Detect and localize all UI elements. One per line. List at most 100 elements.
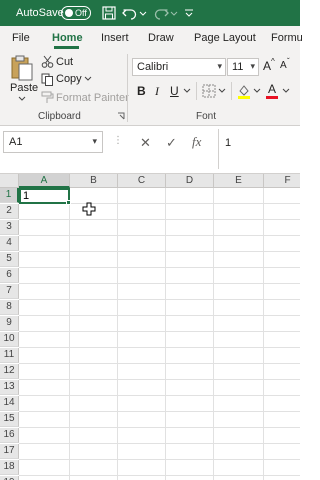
title-bar: AutoSave Off — [0, 0, 300, 26]
row-header-19[interactable]: 19 — [0, 476, 19, 480]
increase-font-size-button[interactable]: A — [263, 59, 271, 73]
column-header-c[interactable]: C — [118, 174, 166, 188]
column-header-e[interactable]: E — [214, 174, 264, 188]
bold-button[interactable]: B — [137, 84, 146, 98]
row-header-10[interactable]: 10 — [0, 332, 19, 347]
row-header-18[interactable]: 18 — [0, 460, 19, 475]
row-header-1[interactable]: 1 — [0, 188, 19, 203]
select-all-button[interactable] — [0, 174, 19, 188]
cancel-button[interactable]: ✕ — [140, 135, 151, 157]
gridline — [19, 235, 300, 236]
active-tab-indicator — [54, 46, 79, 49]
row-header-6[interactable]: 6 — [0, 268, 19, 283]
font-color-dropdown-icon[interactable] — [282, 88, 290, 94]
row-header-5[interactable]: 5 — [0, 252, 19, 267]
gridline — [19, 475, 300, 476]
gridline — [19, 299, 300, 300]
worksheet-grid: A B C D E F 1 2 3 4 5 6 7 8 9 10 11 12 1… — [0, 174, 300, 480]
underline-dropdown-icon[interactable] — [183, 88, 191, 94]
insert-function-button[interactable]: fx — [192, 134, 201, 156]
row-header-11[interactable]: 11 — [0, 348, 19, 363]
row-header-15[interactable]: 15 — [0, 412, 19, 427]
save-icon[interactable] — [102, 4, 116, 22]
format-painter-label[interactable]: Format Painter — [56, 92, 129, 104]
customize-qat-icon[interactable] — [184, 4, 194, 22]
tab-file[interactable]: File — [12, 32, 30, 44]
ribbon-tabs: File Home Insert Draw Page Layout Formu — [0, 26, 303, 50]
gridline — [117, 188, 118, 480]
format-painter-icon[interactable] — [41, 91, 54, 104]
clipboard-group-label: Clipboard — [38, 111, 81, 122]
fill-color-icon[interactable] — [237, 83, 251, 99]
ribbon-home: Paste Cut Copy Format Painter Clipboard … — [0, 50, 300, 126]
gridline — [19, 331, 300, 332]
gridline — [19, 283, 300, 284]
group-separator — [127, 54, 128, 122]
formula-bar: A1 ▾ ⋮ ✕ ✓ fx 1 — [0, 126, 300, 174]
underline-button[interactable]: U — [170, 84, 179, 98]
grow-caret-icon: ^ — [271, 57, 275, 66]
decrease-font-size-button[interactable]: A — [280, 60, 287, 71]
gridline — [213, 188, 214, 480]
copy-label[interactable]: Copy — [56, 73, 82, 85]
row-header-8[interactable]: 8 — [0, 300, 19, 315]
redo-dropdown-icon[interactable] — [170, 4, 178, 22]
row-header-13[interactable]: 13 — [0, 380, 19, 395]
borders-icon[interactable] — [202, 84, 216, 98]
row-header-17[interactable]: 17 — [0, 444, 19, 459]
column-header-b[interactable]: B — [70, 174, 118, 188]
italic-button[interactable]: I — [155, 84, 159, 99]
font-name-dropdown[interactable]: Calibri ▾ — [132, 58, 226, 76]
cut-icon[interactable] — [41, 55, 54, 68]
name-box[interactable]: A1 ▾ — [3, 131, 103, 153]
font-size-value: 11 — [232, 61, 244, 73]
undo-icon[interactable] — [122, 4, 138, 22]
paste-icon[interactable] — [10, 54, 34, 82]
row-header-7[interactable]: 7 — [0, 284, 19, 299]
borders-dropdown-icon[interactable] — [218, 88, 226, 94]
formula-input[interactable]: 1 — [218, 129, 300, 169]
gridline — [19, 363, 300, 364]
font-name-value: Calibri — [137, 61, 169, 73]
cell-a1-value: 1 — [23, 190, 30, 202]
gridline — [69, 188, 70, 480]
column-header-d[interactable]: D — [166, 174, 214, 188]
paste-dropdown-icon[interactable] — [18, 96, 26, 102]
fill-color-dropdown-icon[interactable] — [253, 88, 261, 94]
font-size-dropdown[interactable]: 11 ▾ — [227, 58, 259, 76]
formula-value: 1 — [225, 137, 232, 149]
clipboard-launcher-icon[interactable] — [117, 112, 125, 120]
copy-icon[interactable] — [41, 73, 54, 86]
font-group-label: Font — [196, 111, 217, 122]
fill-handle[interactable] — [66, 200, 71, 205]
enter-button[interactable]: ✓ — [166, 135, 177, 157]
column-header-f[interactable]: F — [264, 174, 300, 188]
row-header-14[interactable]: 14 — [0, 396, 19, 411]
row-header-12[interactable]: 12 — [0, 364, 19, 379]
undo-dropdown-icon[interactable] — [139, 4, 147, 22]
column-header-a[interactable]: A — [19, 174, 70, 188]
font-color-button[interactable]: A — [268, 82, 276, 96]
cut-label[interactable]: Cut — [56, 56, 73, 68]
tab-formulas[interactable]: Formu — [271, 32, 303, 44]
cell-cursor-icon — [82, 202, 96, 216]
tab-home[interactable]: Home — [52, 32, 83, 44]
tab-page-layout[interactable]: Page Layout — [194, 32, 256, 44]
gridline — [19, 347, 300, 348]
row-header-4[interactable]: 4 — [0, 236, 19, 251]
redo-icon[interactable] — [153, 4, 169, 22]
row-header-9[interactable]: 9 — [0, 316, 19, 331]
chevron-down-icon: ▾ — [92, 136, 97, 146]
row-header-2[interactable]: 2 — [0, 204, 19, 219]
row-header-16[interactable]: 16 — [0, 428, 19, 443]
group-separator — [231, 82, 232, 100]
tab-draw[interactable]: Draw — [148, 32, 174, 44]
copy-dropdown-icon[interactable] — [84, 76, 92, 82]
tab-insert[interactable]: Insert — [101, 32, 129, 44]
paste-label[interactable]: Paste — [10, 82, 38, 94]
autosave-toggle[interactable]: Off — [61, 6, 91, 20]
shrink-caret-icon: ˇ — [287, 57, 290, 66]
gridline — [19, 459, 300, 460]
row-header-3[interactable]: 3 — [0, 220, 19, 235]
font-color-swatch — [266, 96, 278, 99]
